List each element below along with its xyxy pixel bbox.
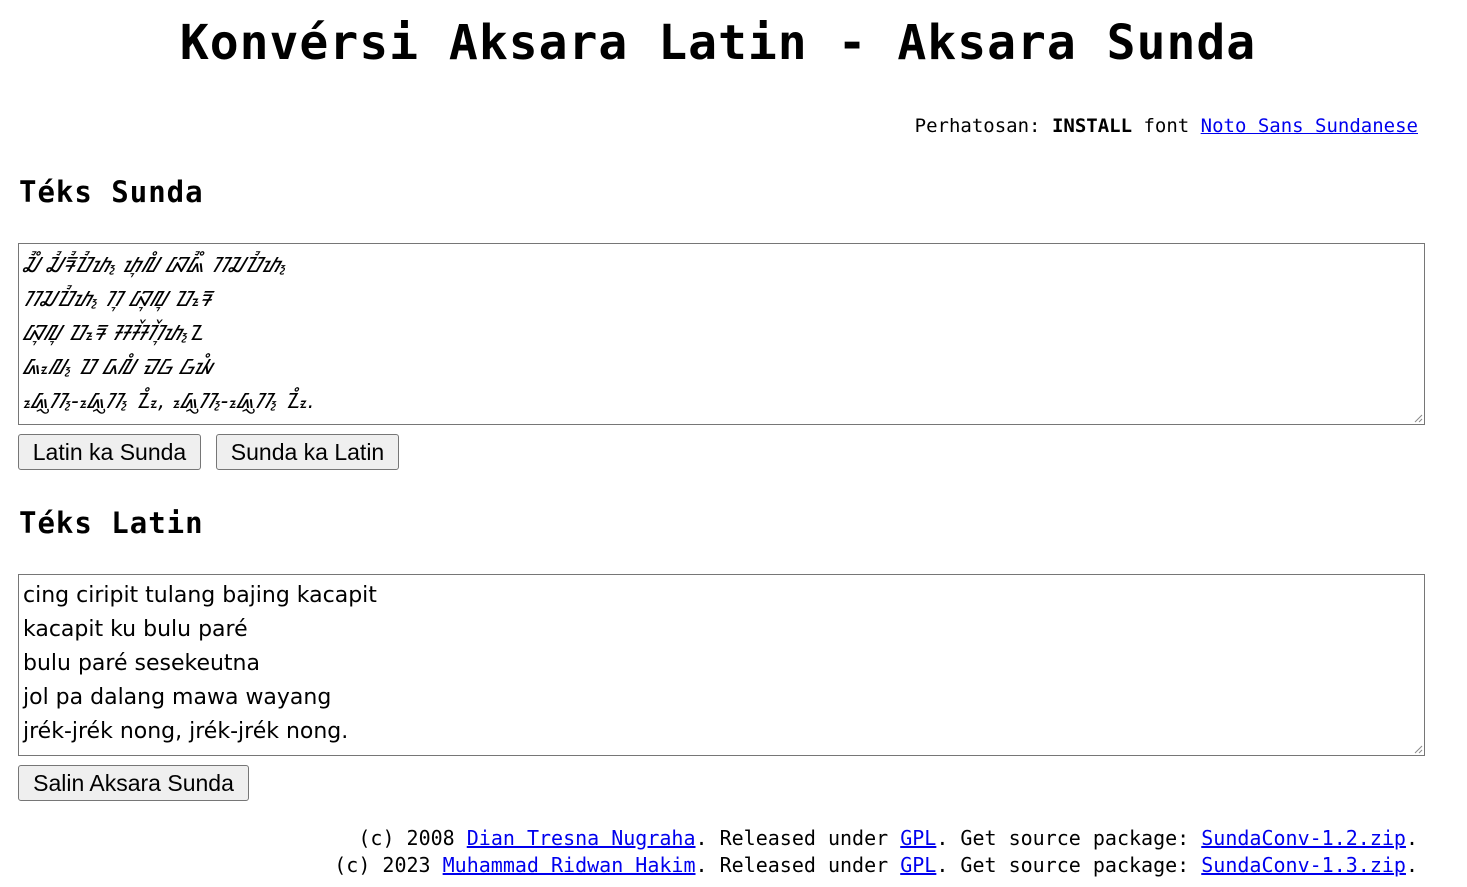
footer-prefix: (c) 2008	[358, 826, 467, 850]
footer-credit-2023: (c) 2023 Muhammad Ridwan Hakim. Released…	[334, 852, 1418, 879]
latin-text-heading: Téks Latin	[19, 506, 204, 540]
copy-sunda-button[interactable]: Salin Aksara Sunda	[18, 765, 249, 801]
sunda-line: ᮏᮢᮦᮊ᮪-ᮏᮢᮦᮊ᮪ ᮔᮧᮀ, ᮏᮢᮦᮊ᮪-ᮏᮢᮦᮊ᮪ ᮔᮧᮀ.	[23, 389, 315, 413]
footer-prefix: (c) 2023	[334, 853, 443, 877]
font-notice: Perhatosan: INSTALL font Noto Sans Sunda…	[915, 113, 1418, 139]
gpl-link[interactable]: GPL	[900, 853, 936, 877]
notice-middle: font	[1132, 115, 1201, 137]
footer-end: .	[1405, 826, 1418, 850]
latin-line: jrék-jrék nong, jrék-jrék nong.	[23, 719, 349, 744]
latin-line: kacapit ku bulu paré	[23, 617, 248, 642]
noto-sans-sundanese-link[interactable]: Noto Sans Sundanese	[1201, 115, 1418, 137]
latin-line: cing ciripit tulang bajing kacapit	[23, 583, 377, 608]
page-title: Konvérsi Aksara Latin - Aksara Sunda	[179, 15, 1257, 71]
footer-credit-2008: (c) 2008 Dian Tresna Nugraha. Released u…	[358, 825, 1418, 852]
footer-released: . Released under	[695, 826, 901, 850]
sunda-line: ᮎᮤᮀ ᮎᮤᮛᮤᮕᮤᮒ᮪ ᮒᮥᮜᮀ ᮘᮏᮤᮀ ᮊᮎᮕᮤᮒ᮪	[23, 253, 287, 277]
footer-source: . Get source package:	[936, 853, 1202, 877]
footer-released: . Released under	[695, 853, 901, 877]
sunda-textarea[interactable]: ᮎᮤᮀ ᮎᮤᮛᮤᮕᮤᮒ᮪ ᮒᮥᮜᮀ ᮘᮏᮤᮀ ᮊᮎᮕᮤᮒ᮪ ᮊᮎᮕᮤᮒ᮪ ᮊᮥ …	[18, 243, 1425, 425]
sunda-line: ᮊᮎᮕᮤᮒ᮪ ᮊᮥ ᮘᮥᮜᮥ ᮕᮛᮦ	[23, 287, 212, 311]
footer-source: . Get source package:	[936, 826, 1202, 850]
sunda-text-heading: Téks Sunda	[19, 175, 204, 209]
package-link[interactable]: SundaConv-1.2.zip	[1201, 826, 1406, 850]
gpl-link[interactable]: GPL	[900, 826, 936, 850]
resize-grip-icon[interactable]	[1413, 413, 1423, 423]
latin-to-sunda-button[interactable]: Latin ka Sunda	[18, 434, 201, 470]
notice-install: INSTALL	[1051, 115, 1133, 137]
footer-end: .	[1405, 853, 1418, 877]
latin-line: jol pa dalang mawa wayang	[23, 685, 332, 710]
resize-grip-icon[interactable]	[1413, 744, 1423, 754]
author-link[interactable]: Muhammad Ridwan Hakim	[443, 853, 696, 877]
sunda-line: ᮏᮧᮜ᮪ ᮕ ᮓᮜᮀ ᮙᮝ ᮝᮚᮀ	[23, 355, 213, 379]
sunda-to-latin-button[interactable]: Sunda ka Latin	[216, 434, 399, 470]
author-link[interactable]: Dian Tresna Nugraha	[467, 826, 696, 850]
latin-line: bulu paré sesekeutna	[23, 651, 260, 676]
latin-textarea[interactable]: cing ciripit tulang bajing kacapit kacap…	[18, 574, 1425, 756]
package-link[interactable]: SundaConv-1.3.zip	[1201, 853, 1406, 877]
sunda-line: ᮘᮥᮜᮥ ᮕᮛᮦ ᮞᮞᮨᮊᮨᮥᮒ᮪ᮔ	[23, 321, 204, 345]
notice-prefix: Perhatosan:	[914, 115, 1052, 137]
